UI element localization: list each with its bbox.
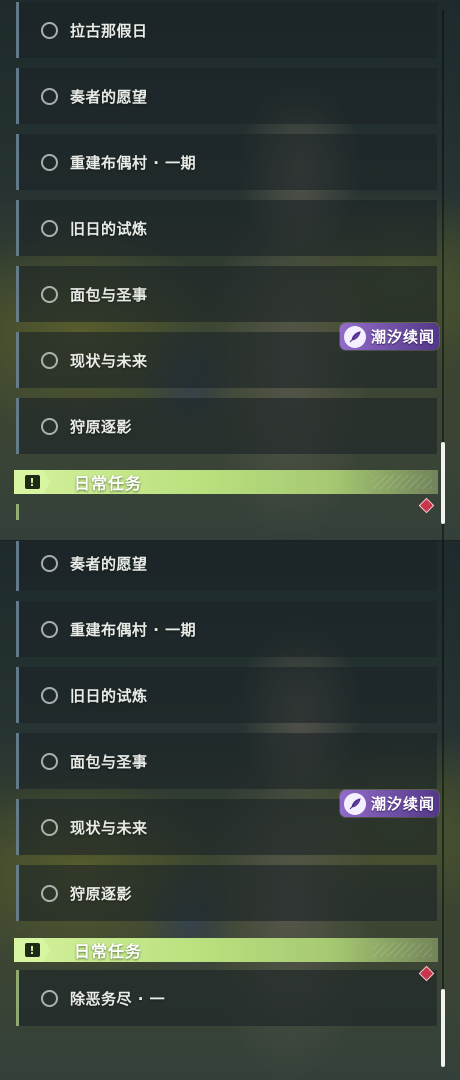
- quest-status-circle-icon: [41, 219, 58, 237]
- watermark-badge: 潮汐续闻: [340, 790, 439, 817]
- quest-item[interactable]: 重建布偶村 · 一期: [16, 601, 437, 657]
- quest-item[interactable]: 狩原逐影: [16, 865, 437, 921]
- quest-status-circle-icon: [41, 87, 58, 105]
- quest-item[interactable]: 拉古那假日: [16, 2, 437, 58]
- quest-item[interactable]: 面包与圣事: [16, 266, 437, 322]
- section-decoration: [372, 475, 432, 489]
- quest-status-circle-icon: [41, 989, 58, 1007]
- feather-logo-icon: [344, 792, 366, 815]
- scrollbar-track[interactable]: [442, 541, 444, 1031]
- section-decoration: [372, 943, 432, 957]
- quest-label: 狩原逐影: [70, 884, 133, 903]
- quest-label: 旧日的试炼: [70, 219, 148, 238]
- quest-label: 拉古那假日: [70, 21, 148, 40]
- daily-quests-section-header[interactable]: ! 日常任务: [14, 470, 438, 494]
- quest-list-panel-bottom: 奏者的愿望 重建布偶村 · 一期 旧日的试炼 面包与圣事 现状与未来 狩原逐影 …: [0, 540, 460, 1080]
- daily-quests-section-header[interactable]: ! 日常任务: [14, 938, 438, 962]
- exclamation-alert-icon: !: [14, 470, 50, 494]
- quest-label: 重建布偶村 · 一期: [70, 153, 197, 172]
- scrollbar-thumb[interactable]: [441, 989, 445, 1067]
- quest-status-circle-icon: [41, 686, 58, 704]
- quest-status-circle-icon: [41, 351, 58, 369]
- quest-item[interactable]: 重建布偶村 · 一期: [16, 134, 437, 190]
- quest-status-circle-icon: [41, 818, 58, 836]
- quest-item[interactable]: 旧日的试炼: [16, 667, 437, 723]
- quest-item[interactable]: 狩原逐影: [16, 398, 437, 454]
- quest-status-circle-icon: [41, 285, 58, 303]
- exclamation-alert-icon: !: [14, 938, 50, 962]
- quest-item[interactable]: 旧日的试炼: [16, 200, 437, 256]
- quest-item[interactable]: 面包与圣事: [16, 733, 437, 789]
- daily-quest-edge: [16, 504, 19, 520]
- quest-label: 奏者的愿望: [70, 554, 148, 573]
- quest-status-circle-icon: [41, 21, 58, 39]
- quest-label: 面包与圣事: [70, 752, 148, 771]
- quest-label: 现状与未来: [70, 351, 148, 370]
- quest-status-circle-icon: [41, 417, 58, 435]
- quest-label: 重建布偶村 · 一期: [70, 620, 197, 639]
- diamond-marker-icon: [418, 497, 435, 514]
- quest-list-panel-top: 拉古那假日 奏者的愿望 重建布偶村 · 一期 旧日的试炼 面包与圣事 现状与未来…: [0, 0, 460, 540]
- quest-label: 面包与圣事: [70, 285, 148, 304]
- quest-label: 狩原逐影: [70, 417, 133, 436]
- section-title: 日常任务: [74, 474, 143, 493]
- quest-status-circle-icon: [41, 153, 58, 171]
- watermark-text: 潮汐续闻: [371, 328, 436, 346]
- quest-label: 奏者的愿望: [70, 87, 148, 106]
- quest-status-circle-icon: [41, 554, 58, 572]
- quest-label: 现状与未来: [70, 818, 148, 837]
- watermark-badge: 潮汐续闻: [340, 323, 439, 350]
- quest-item[interactable]: 奏者的愿望: [16, 68, 437, 124]
- watermark-text: 潮汐续闻: [371, 795, 436, 813]
- feather-logo-icon: [344, 325, 366, 348]
- quest-status-circle-icon: [41, 752, 58, 770]
- quest-label: 除恶务尽 · 一: [70, 989, 166, 1008]
- quest-status-circle-icon: [41, 620, 58, 638]
- quest-label: 旧日的试炼: [70, 686, 148, 705]
- quest-status-circle-icon: [41, 884, 58, 902]
- quest-item[interactable]: 奏者的愿望: [16, 541, 437, 591]
- scrollbar-thumb[interactable]: [441, 442, 445, 524]
- daily-quest-item[interactable]: 除恶务尽 · 一: [16, 970, 437, 1026]
- section-title: 日常任务: [74, 942, 143, 961]
